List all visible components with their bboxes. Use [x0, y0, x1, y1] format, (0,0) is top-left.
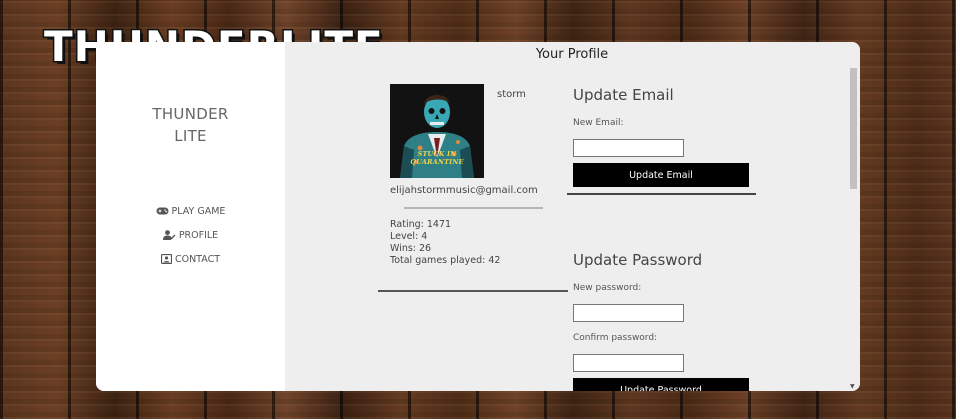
sidebar: THUNDER LITE PLAY GAME PROFILE CONTACT: [96, 42, 285, 391]
nav-label-profile: PROFILE: [178, 229, 219, 241]
nav-item-profile[interactable]: PROFILE: [96, 223, 285, 247]
update-email-title: Update Email: [573, 86, 674, 104]
stat-total-games: Total games played: 42: [390, 255, 501, 266]
nav-item-contact[interactable]: CONTACT: [96, 247, 285, 271]
sidebar-nav: PLAY GAME PROFILE CONTACT: [96, 199, 285, 271]
user-edit-icon: [162, 230, 176, 240]
page-title: Your Profile: [535, 47, 609, 62]
scrollbar-thumb[interactable]: [850, 68, 857, 189]
nav-label-play-game: PLAY GAME: [171, 205, 226, 217]
confirm-password-label: Confirm password:: [573, 333, 658, 343]
new-password-label: New password:: [573, 283, 642, 293]
profile-stats: Rating: 1471 Level: 4 Wins: 26 Total gam…: [390, 219, 500, 267]
new-password-input[interactable]: [573, 304, 684, 322]
profile-email: elijahstormmusic@gmail.com: [390, 185, 538, 196]
scrollbar[interactable]: ▼: [846, 42, 860, 391]
profile-username: storm: [497, 89, 526, 100]
stat-level: Level: 4: [390, 231, 428, 242]
confirm-password-input[interactable]: [573, 354, 684, 372]
update-email-button[interactable]: Update Email: [573, 163, 749, 187]
avatar-caption: STUCK IN QUARANTINE: [410, 150, 464, 166]
stat-wins: Wins: 26: [390, 243, 432, 254]
divider: [378, 290, 568, 292]
profile-avatar: STUCK IN QUARANTINE: [390, 84, 484, 178]
stat-rating: Rating: 1471: [390, 219, 452, 230]
brand-line-2: LITE: [174, 127, 207, 145]
nav-label-contact: CONTACT: [174, 253, 221, 265]
update-password-button[interactable]: Update Password: [573, 378, 749, 391]
contact-card-icon: [160, 254, 172, 264]
nav-item-play-game[interactable]: PLAY GAME: [96, 199, 285, 223]
scroll-down-arrow-icon[interactable]: ▼: [850, 384, 855, 390]
profile-panel: Your Profile THUNDER LITE PLAY GAME PROF…: [96, 42, 860, 391]
brand-name: THUNDER LITE: [96, 103, 285, 147]
gamepad-icon: [156, 207, 169, 215]
divider: [567, 193, 756, 195]
new-email-label: New Email:: [573, 118, 624, 128]
update-password-title: Update Password: [573, 251, 703, 269]
profile-main: STUCK IN QUARANTINE storm elijahstormmus…: [285, 42, 860, 391]
brand-line-1: THUNDER: [152, 105, 229, 123]
divider: [404, 207, 543, 209]
new-email-input[interactable]: [573, 139, 684, 157]
